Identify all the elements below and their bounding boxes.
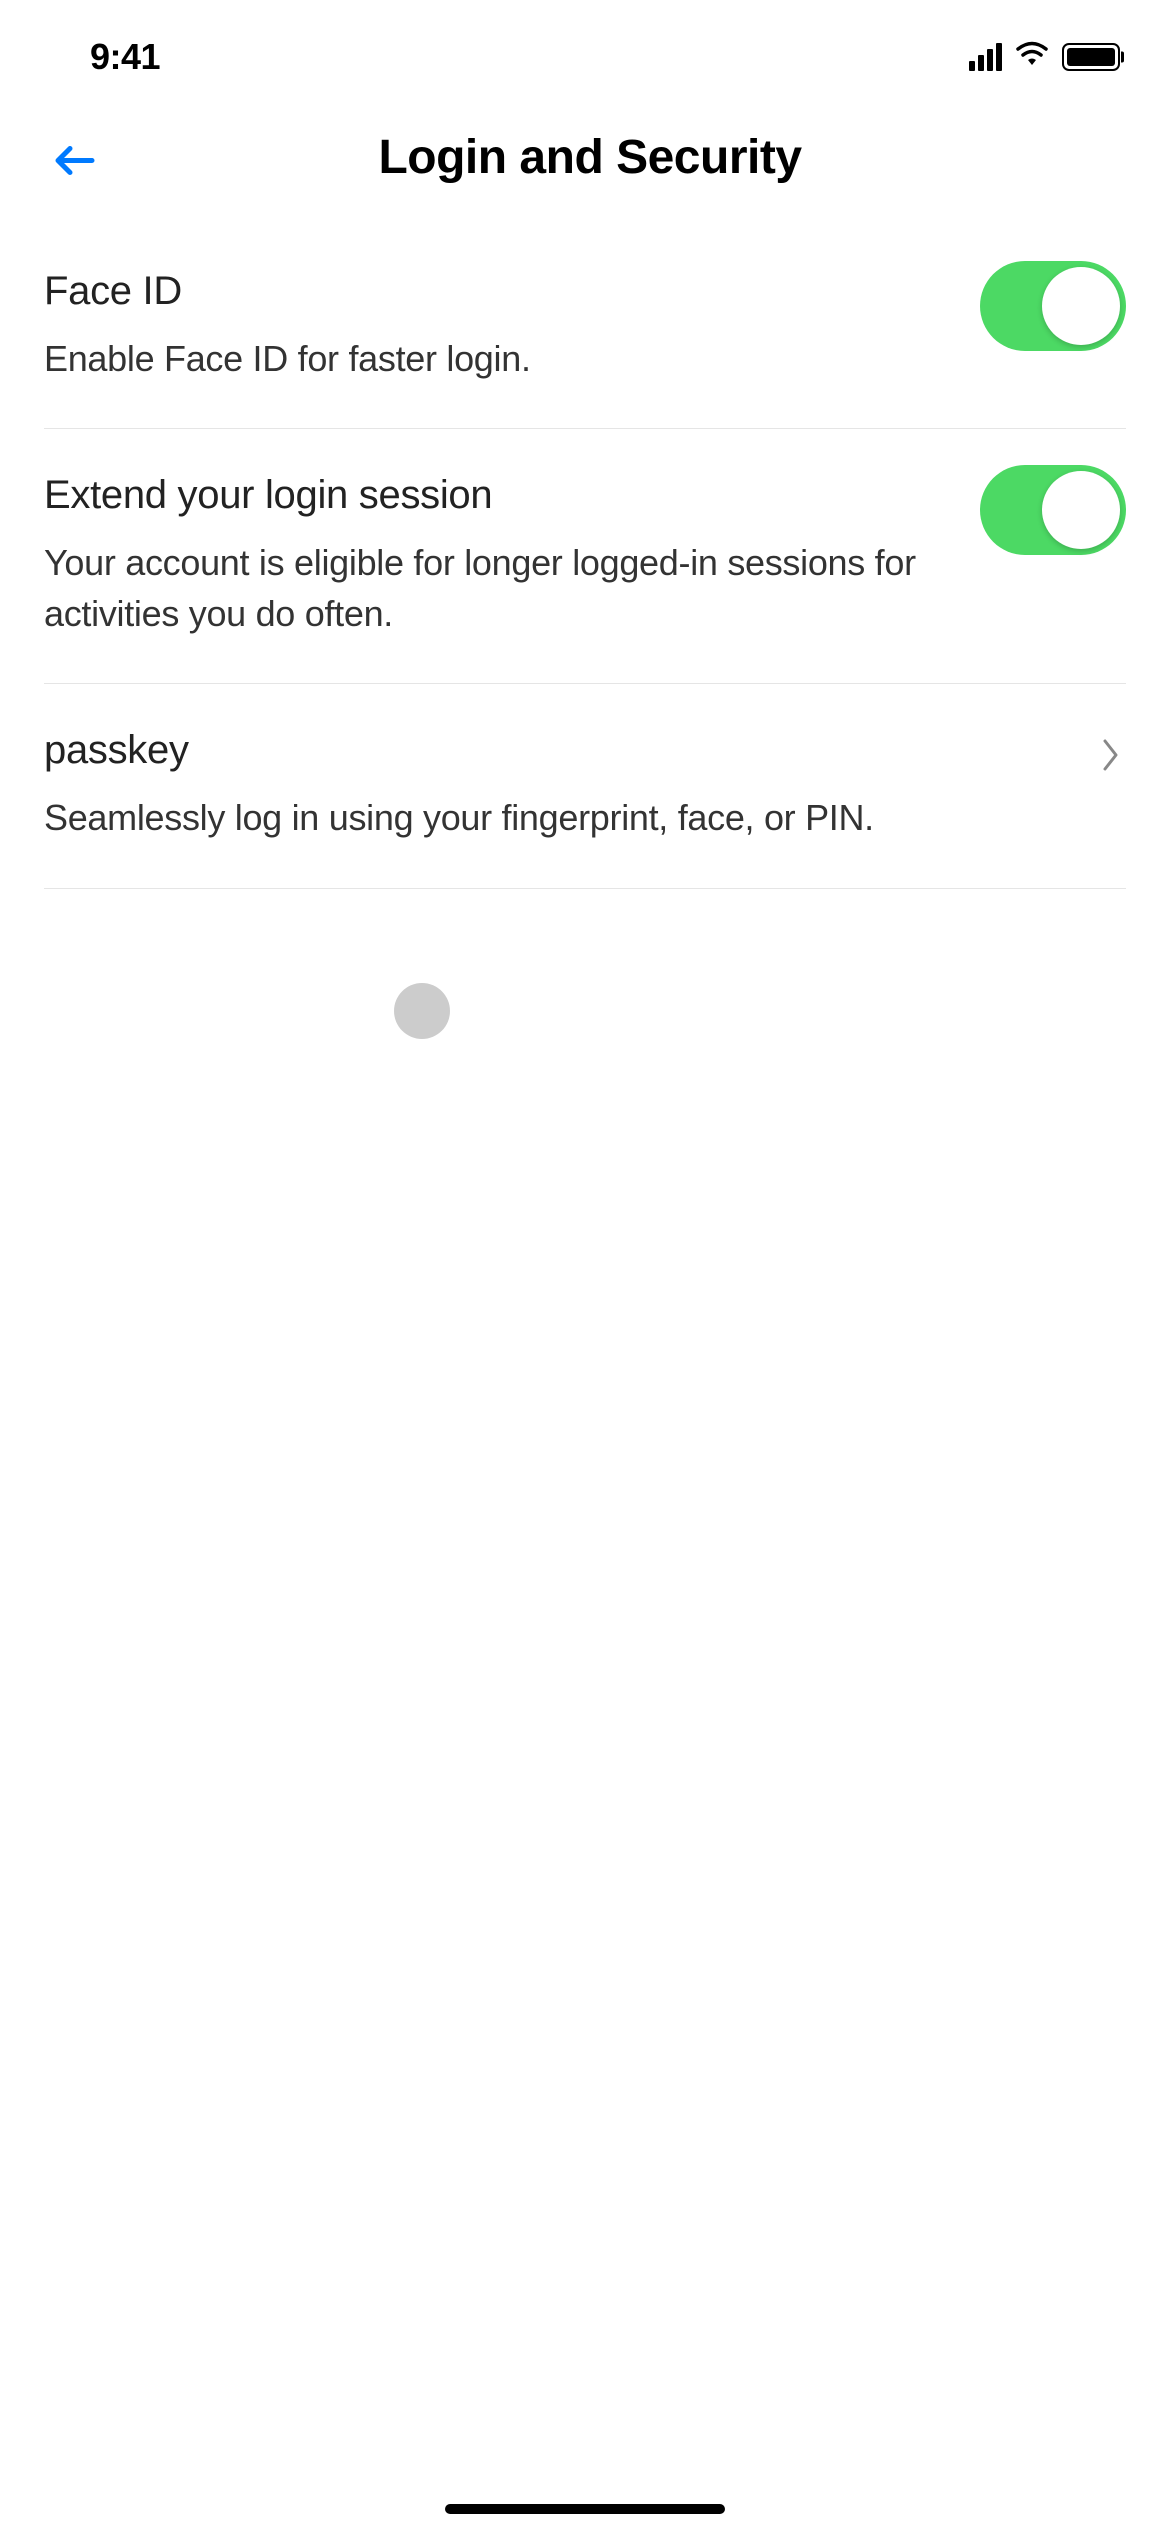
status-icons	[969, 41, 1120, 74]
setting-description: Seamlessly log in using your fingerprint…	[44, 793, 1024, 843]
touch-indicator	[394, 983, 450, 1039]
face-id-toggle[interactable]	[980, 261, 1126, 351]
cellular-signal-icon	[969, 43, 1002, 71]
setting-description: Enable Face ID for faster login.	[44, 334, 1024, 384]
back-button[interactable]	[50, 140, 98, 185]
wifi-icon	[1014, 41, 1050, 74]
page-title: Login and Security	[378, 130, 801, 185]
setting-row-extend-session: Extend your login session Your account i…	[44, 429, 1126, 684]
setting-row-passkey[interactable]: passkey Seamlessly log in using your fin…	[44, 684, 1126, 888]
extend-session-toggle[interactable]	[980, 465, 1126, 555]
home-indicator	[445, 2504, 725, 2514]
setting-row-face-id: Face ID Enable Face ID for faster login.	[44, 225, 1126, 429]
chevron-right-icon	[1102, 738, 1120, 777]
back-arrow-icon	[50, 140, 98, 180]
settings-list: Face ID Enable Face ID for faster login.…	[0, 225, 1170, 889]
setting-title: Face ID	[44, 269, 1126, 314]
status-bar: 9:41	[0, 0, 1170, 100]
setting-title: Extend your login session	[44, 473, 1126, 518]
setting-title: passkey	[44, 728, 1126, 773]
setting-description: Your account is eligible for longer logg…	[44, 538, 1024, 639]
battery-icon	[1062, 43, 1120, 71]
status-time: 9:41	[90, 36, 160, 78]
page-header: Login and Security	[0, 100, 1170, 225]
